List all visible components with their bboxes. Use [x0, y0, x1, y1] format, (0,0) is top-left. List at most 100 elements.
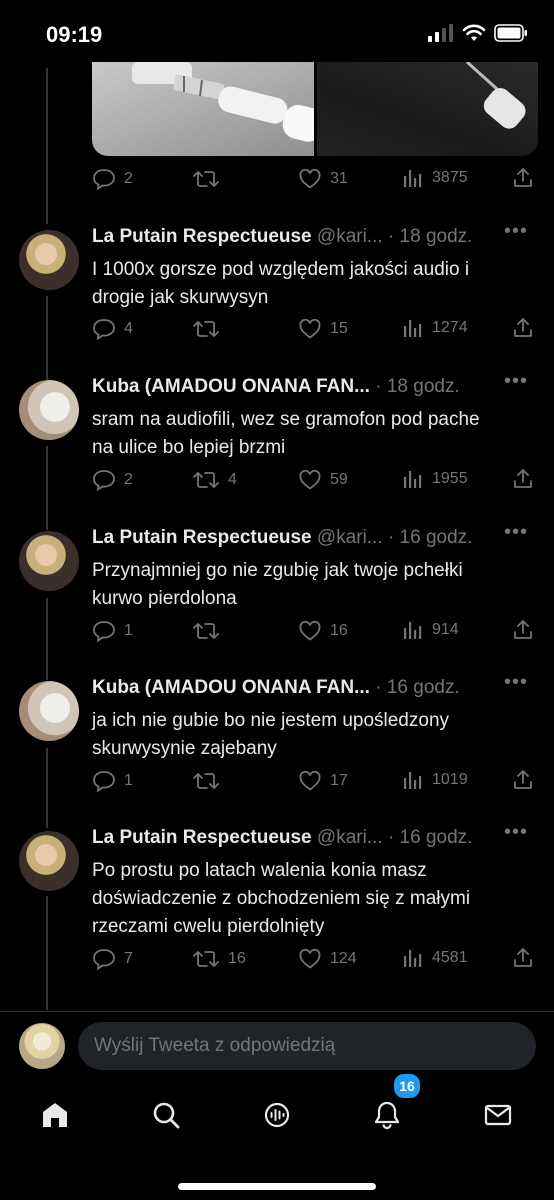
reply-count: 7 [124, 950, 133, 967]
like-icon [299, 948, 321, 969]
author-name[interactable]: La Putain Respectueuse [92, 527, 312, 548]
tweet-header: La Putain Respectueuse @kari... · 16 god… [92, 521, 542, 553]
retweet-button[interactable] [192, 769, 228, 793]
thread-line [46, 68, 48, 224]
avatar-kuba[interactable] [19, 681, 79, 741]
tweet-text-line: I 1000x gorsze pod względem jakości audi… [92, 259, 470, 280]
tweet-text: ja ich nie gubie bo nie jestem upośledzo… [92, 707, 512, 763]
retweet-button[interactable]: 4 [192, 468, 237, 492]
avatar-la-putain[interactable] [19, 531, 79, 591]
reply-icon [93, 319, 115, 341]
author-name[interactable]: La Putain Respectueuse [92, 827, 312, 848]
more-options-icon[interactable]: ••• [504, 671, 528, 694]
messages-icon [484, 1104, 512, 1126]
author-name[interactable]: La Putain Respectueuse [92, 226, 312, 247]
tweet-text-line: kurwo pierdolona [92, 588, 237, 609]
tweet-text-line: na ulice bo lepiej brzmi [92, 437, 286, 458]
more-options-icon[interactable]: ••• [504, 220, 528, 243]
tab-notifications[interactable] [372, 1100, 402, 1130]
tweet-text: sram na audiofili, wez se gramofon pod p… [92, 406, 512, 462]
author-name[interactable]: Kuba (AMADOU ONANA FAN... [92, 677, 370, 698]
media-image-cable[interactable] [92, 62, 314, 156]
like-button[interactable]: 59 [298, 468, 348, 492]
avatar-la-putain[interactable] [19, 230, 79, 290]
like-icon [299, 168, 321, 189]
views-button[interactable]: 1955 [402, 468, 468, 490]
avatar-kuba[interactable] [19, 380, 79, 440]
reply-count: 1 [124, 772, 133, 789]
share-button[interactable] [512, 317, 534, 339]
thread-line [46, 896, 48, 1010]
share-button[interactable] [512, 468, 534, 490]
like-button[interactable]: 17 [298, 769, 348, 793]
my-avatar[interactable] [19, 1023, 65, 1069]
views-button[interactable]: 1274 [402, 317, 468, 339]
retweet-button[interactable] [192, 317, 228, 341]
views-button[interactable]: 914 [402, 619, 459, 641]
retweet-icon [193, 623, 219, 639]
like-button[interactable]: 31 [298, 167, 348, 191]
thread-line [46, 296, 48, 380]
views-icon [404, 622, 422, 639]
tweet-text-line: skurwysynie zajebany [92, 738, 277, 759]
retweet-icon [193, 951, 219, 967]
tweet-time: · 18 godz. [387, 226, 473, 247]
author-handle[interactable]: @kari... [317, 527, 383, 548]
wifi-icon [462, 24, 486, 41]
reply-button[interactable]: 2 [92, 468, 133, 492]
reply-button[interactable]: 2 [92, 167, 133, 191]
reply-button[interactable]: 7 [92, 947, 133, 971]
share-icon [514, 168, 532, 187]
retweet-count: 16 [228, 950, 246, 967]
more-options-icon[interactable]: ••• [504, 521, 528, 544]
author-name[interactable]: Kuba (AMADOU ONANA FAN... [92, 376, 370, 397]
more-options-icon[interactable]: ••• [504, 370, 528, 393]
share-icon [514, 948, 532, 967]
like-button[interactable]: 16 [298, 619, 348, 643]
retweet-icon [193, 773, 219, 789]
home-indicator[interactable] [178, 1183, 376, 1190]
share-button[interactable] [512, 619, 534, 641]
media-image-dark[interactable] [316, 62, 538, 156]
retweet-button[interactable] [192, 167, 228, 191]
reply-count: 4 [124, 320, 133, 337]
tweet-media[interactable] [92, 62, 538, 156]
like-button[interactable]: 124 [298, 947, 357, 971]
tweet-actions: 7 16 124 4581 [92, 947, 538, 973]
notifications-badge[interactable]: 16 [392, 1072, 422, 1100]
reply-button[interactable]: 1 [92, 769, 133, 793]
avatar-la-putain[interactable] [19, 831, 79, 891]
tab-search[interactable] [151, 1100, 181, 1130]
retweet-icon [193, 171, 219, 187]
thread-line [46, 446, 48, 530]
author-handle[interactable]: @kari... [317, 226, 383, 247]
share-button[interactable] [512, 167, 534, 189]
status-icons [428, 24, 528, 42]
tweet-text-line: drogie jak skurwysyn [92, 287, 269, 308]
share-button[interactable] [512, 947, 534, 969]
share-icon [514, 318, 532, 337]
like-button[interactable]: 15 [298, 317, 348, 341]
views-button[interactable]: 3875 [402, 167, 468, 189]
cable-image [465, 62, 526, 129]
status-bar: 09:19 [0, 0, 554, 68]
tab-spaces[interactable] [262, 1100, 292, 1130]
tab-messages[interactable] [483, 1100, 513, 1130]
tab-home[interactable] [40, 1100, 70, 1130]
views-button[interactable]: 4581 [402, 947, 468, 969]
reply-button[interactable]: 4 [92, 317, 133, 341]
reply-input[interactable]: Wyślij Tweeta z odpowiedzią [78, 1022, 536, 1070]
tweet-header: La Putain Respectueuse @kari... · 16 god… [92, 821, 542, 853]
like-icon [299, 469, 321, 490]
views-button[interactable]: 1019 [402, 769, 468, 791]
share-button[interactable] [512, 769, 534, 791]
views-icon [404, 471, 422, 488]
reply-button[interactable]: 1 [92, 619, 133, 643]
author-handle[interactable]: @kari... [317, 827, 383, 848]
retweet-button[interactable] [192, 619, 228, 643]
retweet-button[interactable]: 16 [192, 947, 246, 971]
tweet-header: Kuba (AMADOU ONANA FAN... · 16 godz. ••• [92, 671, 542, 703]
signal-icon [428, 24, 453, 42]
more-options-icon[interactable]: ••• [504, 821, 528, 844]
views-count: 4581 [432, 949, 468, 966]
